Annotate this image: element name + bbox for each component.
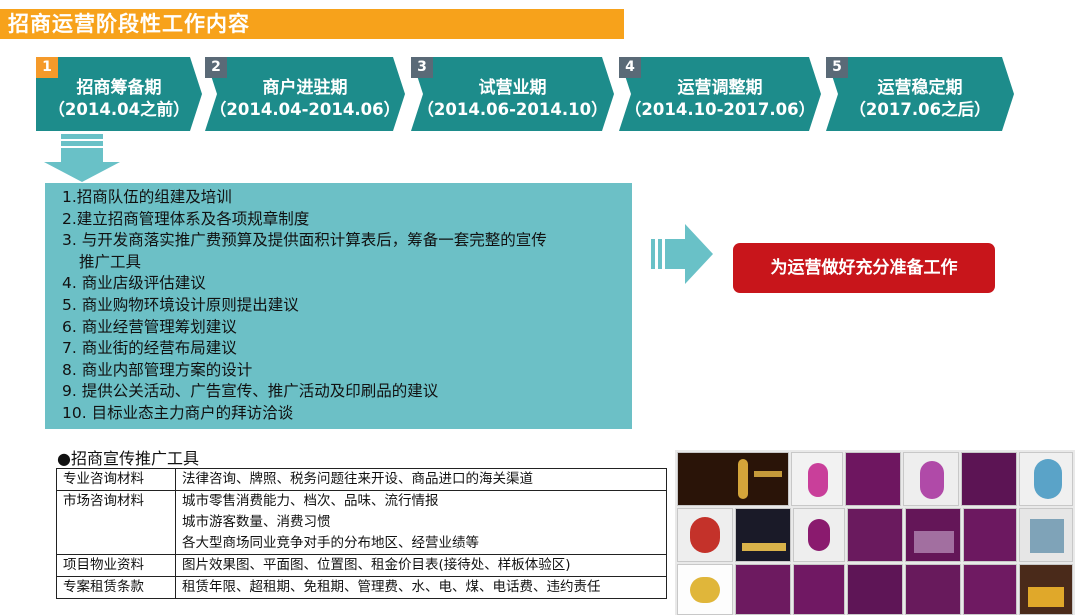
- brochure-thumbnail: [1019, 508, 1073, 562]
- task-list: 1.招商队伍的组建及培训 2.建立招商管理体系及各项规章制度 3. 与开发商落实…: [62, 187, 547, 425]
- brochure-thumbnail: [735, 508, 791, 562]
- phase-3: 3 试营业期 （2014.06-2014.10）: [411, 57, 614, 131]
- task-item: 7. 商业街的经营布局建议: [62, 339, 237, 358]
- tools-table: 专业咨询材料 法律咨询、牌照、税务问题往来开设、商品进口的海关渠道 市场咨询材料…: [56, 468, 667, 599]
- phase-name: 试营业期: [478, 78, 547, 98]
- table-row-label: 专案租赁条款: [56, 576, 176, 599]
- brochure-thumbnail: [847, 508, 903, 562]
- task-item: 9. 提供公关活动、广告宣传、推广活动及印刷品的建议: [62, 382, 439, 401]
- brochure-thumbnail: [903, 452, 959, 506]
- brochure-thumbnail: [677, 564, 733, 615]
- phase-date: （2014.10-2017.06）: [624, 100, 816, 119]
- brochure-thumbnail: [1019, 564, 1073, 615]
- phase-date: （2014.04-2014.06）: [209, 100, 401, 119]
- phase-2: 2 商户进驻期 （2014.04-2014.06）: [205, 57, 405, 131]
- brochure-thumbnail: [677, 508, 733, 562]
- phase-name: 运营稳定期: [877, 78, 963, 98]
- brochure-thumbnail: [791, 452, 843, 506]
- brochure-thumbnail: [961, 452, 1017, 506]
- task-item: 5. 商业购物环境设计原则提出建议: [62, 295, 299, 314]
- table-row: 项目物业资料 图片效果图、平面图、位置图、租金价目表(接待处、样板体验区): [56, 554, 667, 577]
- page-title: 招商运营阶段性工作内容: [8, 12, 250, 36]
- down-arrow-icon: [44, 134, 120, 182]
- brochure-thumbnail: [793, 564, 845, 615]
- task-item: 6. 商业经营管理筹划建议: [62, 317, 237, 336]
- task-item: 8. 商业内部管理方案的设计: [62, 360, 253, 379]
- brochure-gallery: [675, 450, 1075, 615]
- phase-date: （2014.06-2014.10）: [417, 100, 608, 119]
- phase-name: 商户进驻期: [262, 78, 348, 98]
- table-row: 市场咨询材料 城市零售消费能力、档次、品味、流行情报 城市游客数量、消费习惯 各…: [56, 490, 667, 555]
- tools-title: ●招商宣传推广工具: [57, 449, 199, 468]
- brochure-thumbnail: [793, 508, 845, 562]
- brochure-thumbnail: [905, 564, 961, 615]
- brochure-thumbnail: [963, 564, 1017, 615]
- table-row-label: 市场咨询材料: [56, 490, 176, 555]
- brochure-thumbnail: [845, 452, 901, 506]
- phase-date: （2014.04之前）: [48, 100, 190, 119]
- table-row-content: 法律咨询、牌照、税务问题往来开设、商品进口的海关渠道: [175, 468, 667, 491]
- task-item: 1.招商队伍的组建及培训: [62, 188, 232, 206]
- task-item: 4. 商业店级评估建议: [62, 274, 206, 293]
- brochure-thumbnail: [1019, 452, 1073, 506]
- phase-name: 招商筹备期: [76, 78, 162, 98]
- brochure-thumbnail: [677, 452, 789, 506]
- right-arrow-icon: [651, 224, 713, 284]
- title-bar: 招商运营阶段性工作内容: [0, 9, 624, 39]
- table-row-content: 租赁年限、超租期、免租期、管理费、水、电、煤、电话费、违约责任: [175, 576, 667, 599]
- task-item: 3. 与开发商落实推广费预算及提供面积计算表后，筹备一套完整的宣传: [62, 231, 547, 250]
- phase-name: 运营调整期: [677, 78, 763, 98]
- table-row-label: 专业咨询材料: [56, 468, 176, 491]
- brochure-thumbnail: [847, 564, 903, 615]
- goal-banner: 为运营做好充分准备工作: [733, 243, 995, 293]
- table-row-content: 城市零售消费能力、档次、品味、流行情报 城市游客数量、消费习惯 各大型商场同业竞…: [175, 490, 667, 555]
- brochure-thumbnail: [905, 508, 961, 562]
- task-item: 10. 目标业态主力商户的拜访洽谈: [62, 403, 294, 422]
- table-row: 专案租赁条款 租赁年限、超租期、免租期、管理费、水、电、煤、电话费、违约责任: [56, 576, 667, 599]
- phase-4: 4 运营调整期 （2014.10-2017.06）: [619, 57, 821, 131]
- phase-5: 5 运营稳定期 （2017.06之后）: [826, 57, 1014, 131]
- phase-date: （2017.06之后）: [849, 100, 991, 119]
- task-item: 推广工具: [79, 252, 142, 271]
- brochure-thumbnail: [963, 508, 1017, 562]
- table-row-label: 项目物业资料: [56, 554, 176, 577]
- table-row: 专业咨询材料 法律咨询、牌照、税务问题往来开设、商品进口的海关渠道: [56, 468, 667, 491]
- table-row-content: 图片效果图、平面图、位置图、租金价目表(接待处、样板体验区): [175, 554, 667, 577]
- brochure-thumbnail: [735, 564, 791, 615]
- task-item: 2.建立招商管理体系及各项规章制度: [62, 209, 310, 228]
- phase-1: 1 招商筹备期 （2014.04之前）: [36, 57, 202, 131]
